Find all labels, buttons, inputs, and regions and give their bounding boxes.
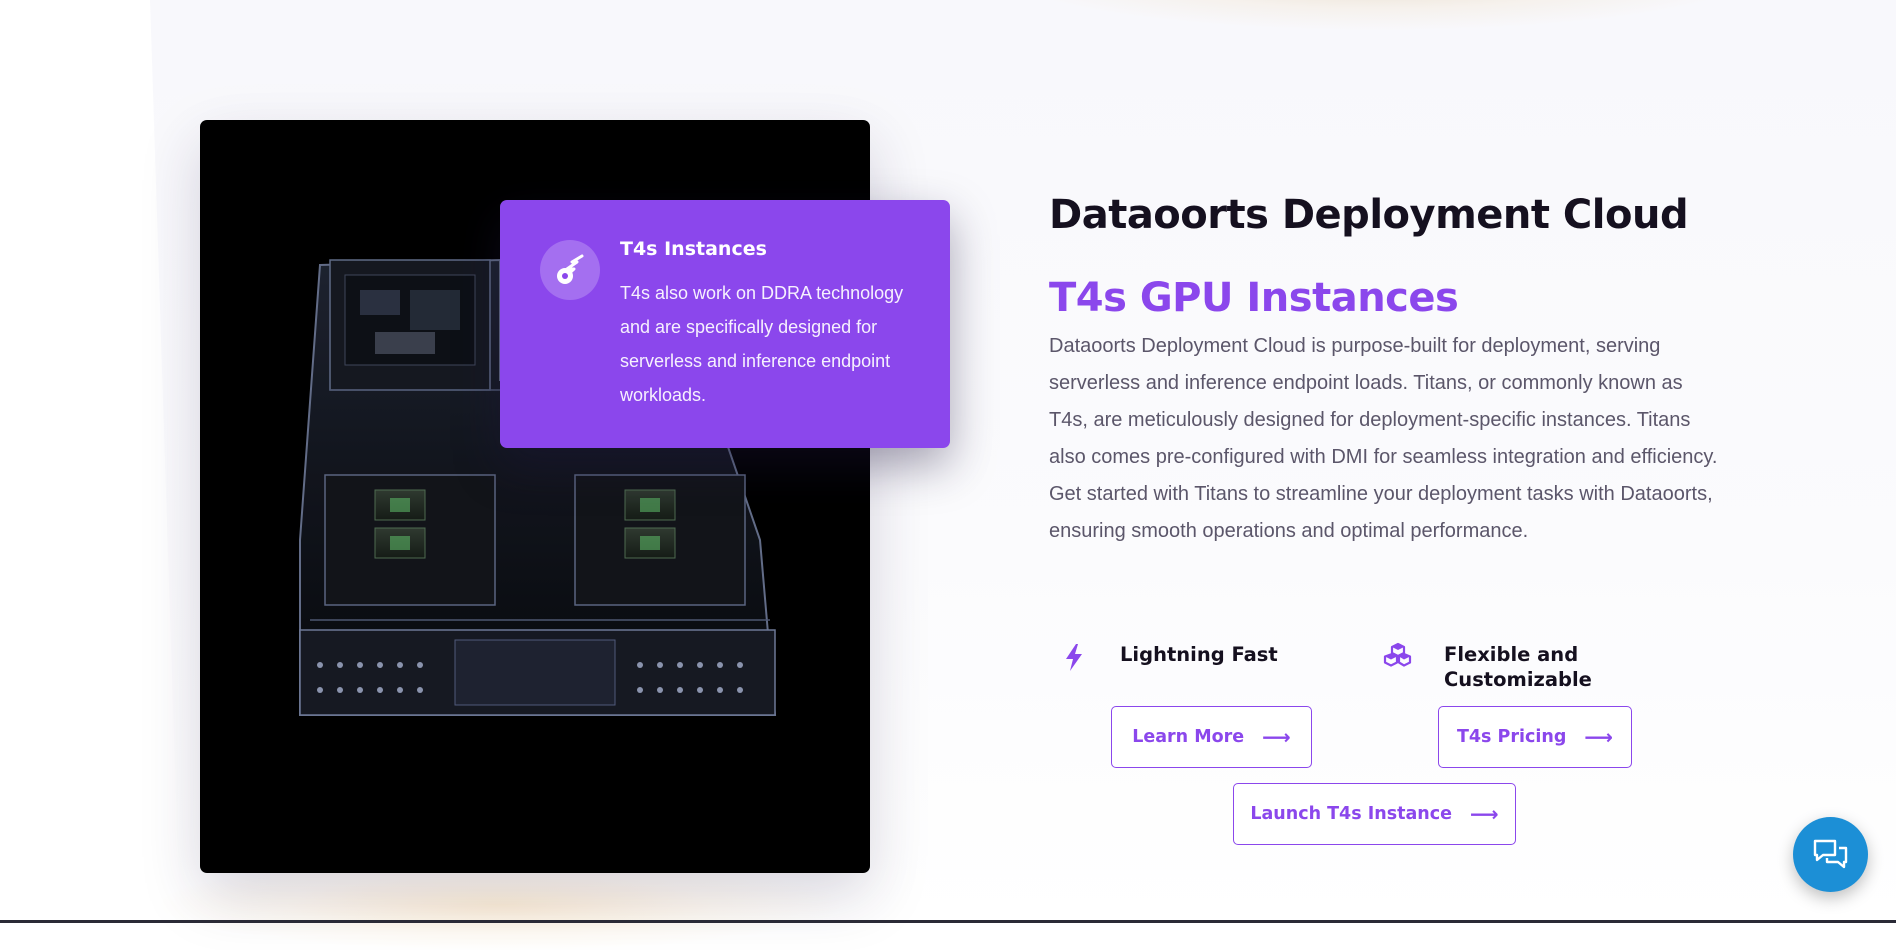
button-label: Launch T4s Instance (1250, 804, 1452, 824)
launch-t4s-instance-button[interactable]: Launch T4s Instance ⟶ (1233, 783, 1516, 845)
button-label: Learn More (1132, 727, 1245, 747)
feature-card-title: T4s Instances (620, 238, 767, 260)
feature-card-t4s-instances: T4s Instances T4s also work on DDRA tech… (500, 200, 950, 448)
t4s-pricing-button[interactable]: T4s Pricing ⟶ (1438, 706, 1632, 768)
learn-more-button[interactable]: Learn More ⟶ (1111, 706, 1312, 768)
button-label: T4s Pricing (1456, 727, 1567, 747)
section-description: Dataoorts Deployment Cloud is purpose-bu… (1049, 335, 1718, 542)
lightning-bolt-icon (1060, 640, 1088, 678)
section-subtitle: T4s GPU Instances (1049, 275, 1459, 321)
arrow-right-icon: ⟶ (1584, 725, 1614, 749)
chat-bubbles-icon (1813, 839, 1848, 869)
feature-label: Flexible and Customizable (1444, 643, 1592, 691)
feature-label: Lightning Fast (1120, 643, 1278, 666)
feature-card-description: T4s also work on DDRA technology and are… (620, 283, 904, 405)
comet-icon (540, 240, 600, 300)
arrow-right-icon: ⟶ (1470, 802, 1499, 826)
cubes-icon (1383, 640, 1413, 674)
decorative-glow-bottom (160, 860, 840, 950)
arrow-right-icon: ⟶ (1262, 725, 1291, 749)
page-title: Dataoorts Deployment Cloud (1049, 192, 1689, 238)
chat-widget-button[interactable] (1793, 817, 1868, 892)
